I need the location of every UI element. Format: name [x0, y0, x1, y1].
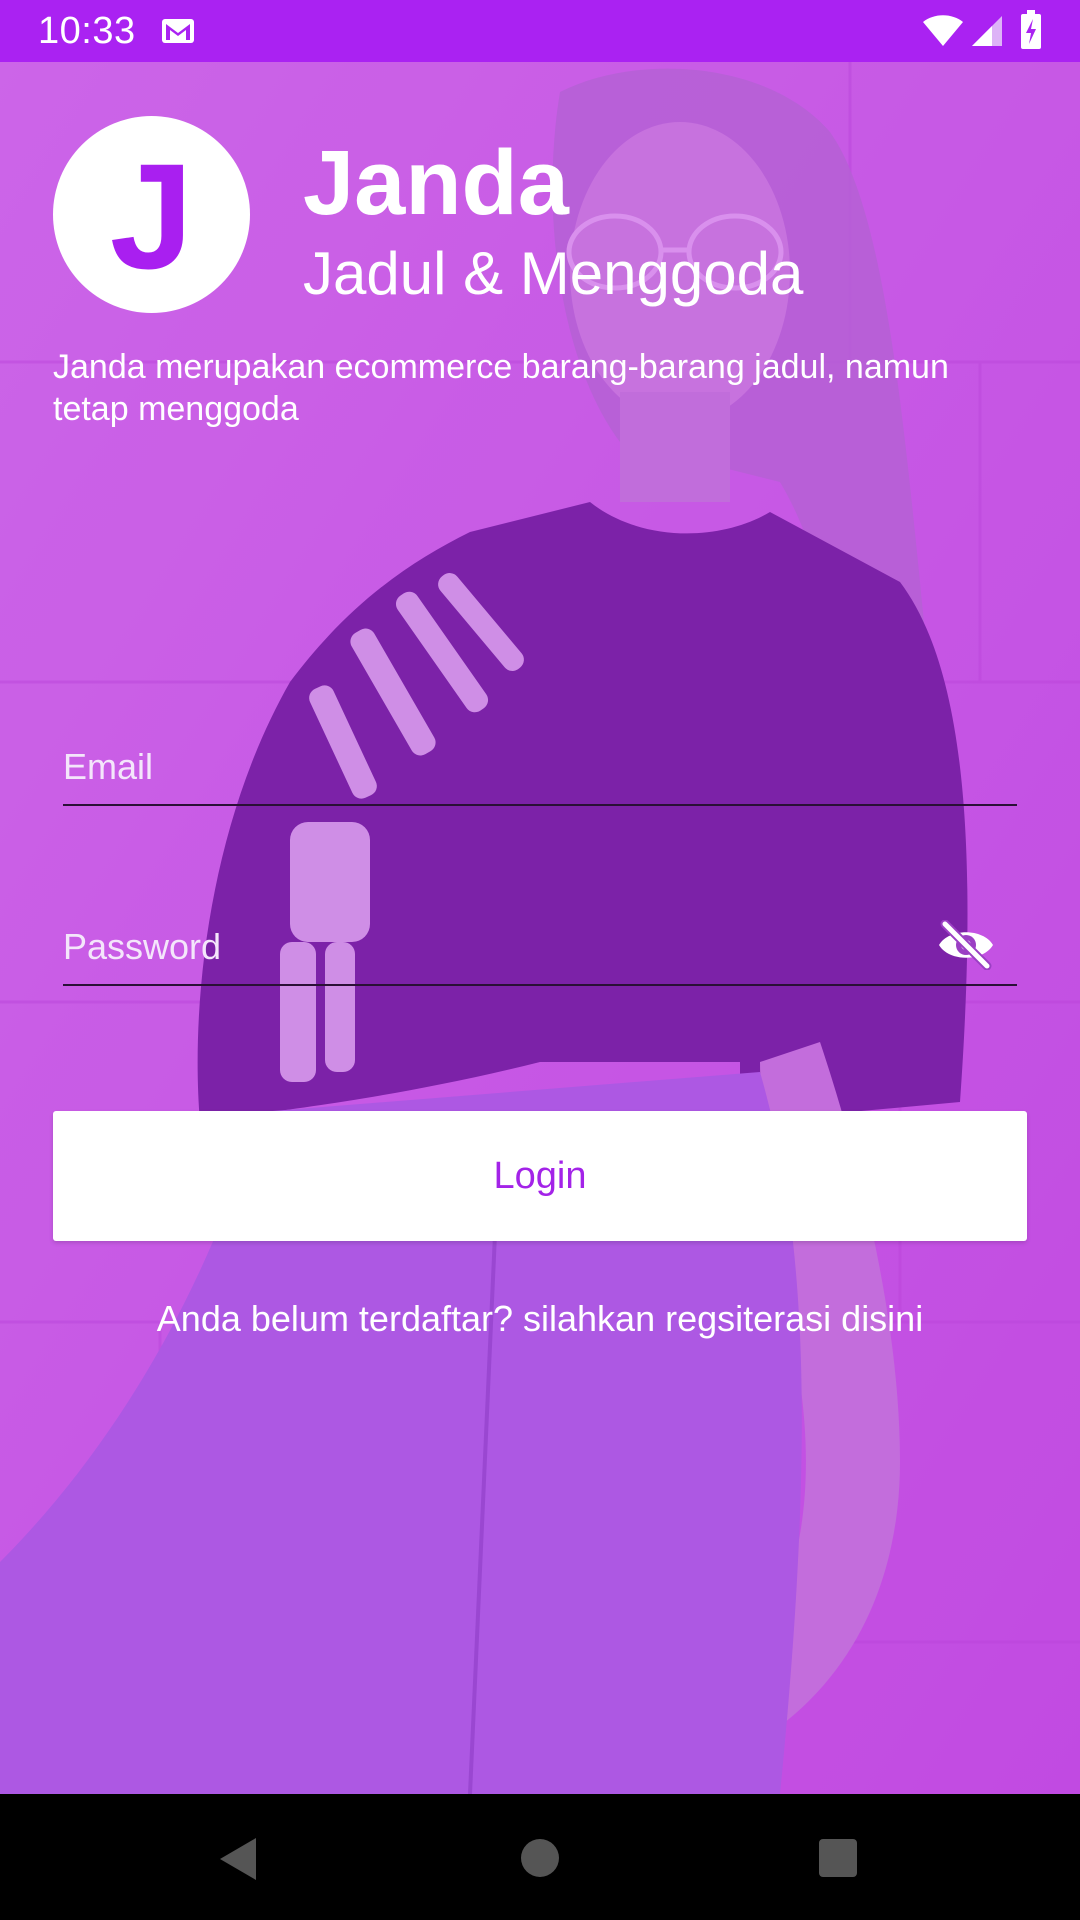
gmail-icon [162, 19, 194, 43]
eye-off-icon[interactable] [935, 920, 997, 970]
login-button[interactable]: Login [53, 1111, 1027, 1241]
register-link[interactable]: Anda belum terdaftar? silahkan regsitera… [0, 1298, 1080, 1340]
app-description: Janda merupakan ecommerce barang-barang … [53, 348, 949, 428]
email-field[interactable]: Email [63, 714, 1017, 806]
login-screen: 10:33 J Janda Jadul & Menggoda Janda mer… [0, 0, 1080, 1920]
status-time: 10:33 [38, 10, 136, 52]
email-placeholder: Email [63, 746, 154, 787]
signal-icon [972, 16, 1002, 46]
login-button-label: Login [493, 1155, 587, 1197]
app-logo: J [53, 116, 250, 313]
battery-charging-icon [1021, 10, 1041, 49]
wifi-icon [923, 15, 963, 46]
home-icon[interactable] [520, 1838, 560, 1878]
password-placeholder: Password [63, 926, 222, 967]
password-field[interactable]: Password [63, 894, 1017, 986]
recents-icon[interactable] [818, 1838, 858, 1878]
app-subtitle: Jadul & Menggoda [303, 240, 804, 307]
app-title: Janda [303, 132, 569, 234]
status-bar: 10:33 [0, 0, 1080, 62]
back-icon[interactable] [216, 1834, 260, 1884]
logo-letter: J [109, 132, 194, 300]
navigation-bar [0, 1794, 1080, 1920]
